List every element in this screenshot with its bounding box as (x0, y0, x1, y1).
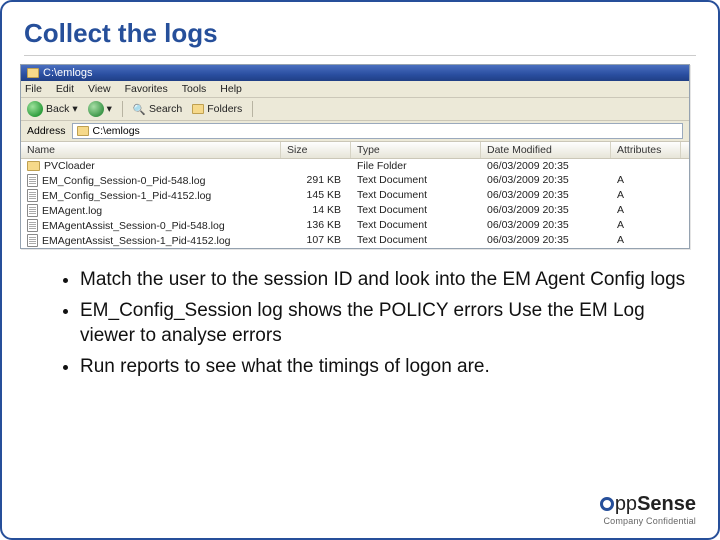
separator (252, 101, 253, 117)
col-date[interactable]: Date Modified (481, 142, 611, 158)
back-label: Back (46, 103, 69, 115)
table-row[interactable]: PVCloader File Folder06/03/2009 20:35 (21, 159, 689, 173)
folders-button[interactable]: Folders (192, 103, 242, 115)
window-titlebar: C:\emlogs (21, 65, 689, 81)
file-name: EM_Config_Session-0_Pid-548.log (42, 175, 205, 187)
file-type: Text Document (351, 188, 481, 203)
menu-view[interactable]: View (88, 83, 111, 95)
file-name: PVCloader (44, 160, 95, 172)
file-date: 06/03/2009 20:35 (481, 203, 611, 218)
file-type: Text Document (351, 203, 481, 218)
back-button[interactable]: Back ▾ (27, 101, 78, 117)
file-attr: A (611, 203, 681, 218)
file-attr: A (611, 233, 681, 248)
separator (122, 101, 123, 117)
file-attr: A (611, 188, 681, 203)
file-date: 06/03/2009 20:35 (481, 173, 611, 188)
table-row[interactable]: EM_Config_Session-1_Pid-4152.log 145 KBTe… (21, 188, 689, 203)
address-label: Address (27, 125, 66, 137)
col-type[interactable]: Type (351, 142, 481, 158)
back-icon (27, 101, 43, 117)
file-name: EM_Config_Session-1_Pid-4152.log (42, 190, 211, 202)
table-row[interactable]: EMAgentAssist_Session-0_Pid-548.log 136 K… (21, 218, 689, 233)
folder-icon (27, 68, 39, 78)
forward-button[interactable]: ▾ (88, 101, 112, 117)
file-icon (27, 219, 38, 232)
folders-label: Folders (207, 103, 242, 115)
footer: ppSense Company Confidential (600, 493, 696, 526)
table-row[interactable]: EMAgent.log 14 KBText Document06/03/2009 … (21, 203, 689, 218)
address-input[interactable]: C:\emlogs (72, 123, 683, 139)
column-headers: Name Size Type Date Modified Attributes (21, 142, 689, 159)
file-size: 136 KB (281, 218, 351, 233)
file-type: Text Document (351, 173, 481, 188)
file-icon (27, 189, 38, 202)
file-type: Text Document (351, 233, 481, 248)
forward-icon (88, 101, 104, 117)
col-size[interactable]: Size (281, 142, 351, 158)
chevron-down-icon: ▾ (72, 103, 77, 115)
chevron-down-icon: ▾ (107, 103, 112, 115)
menu-file[interactable]: File (25, 83, 42, 95)
col-name[interactable]: Name (21, 142, 281, 158)
file-attr (611, 159, 681, 173)
search-button[interactable]: 🔍 Search (133, 103, 182, 116)
toolbar: Back ▾ ▾ 🔍 Search Folders (21, 98, 689, 121)
brand-logo: ppSense (600, 493, 696, 516)
menu-help[interactable]: Help (220, 83, 242, 95)
file-icon (27, 234, 38, 247)
window-title-text: C:\emlogs (43, 67, 93, 79)
file-size: 107 KB (281, 233, 351, 248)
col-attr[interactable]: Attributes (611, 142, 681, 158)
bullet-list: Match the user to the session ID and loo… (80, 267, 696, 380)
folder-icon (192, 104, 204, 114)
file-name: EMAgentAssist_Session-0_Pid-548.log (42, 220, 225, 232)
search-label: Search (149, 103, 182, 115)
file-size (281, 159, 351, 173)
list-item: Match the user to the session ID and loo… (80, 267, 696, 293)
file-icon (27, 204, 38, 217)
page-title: Collect the logs (24, 18, 696, 56)
file-attr: A (611, 173, 681, 188)
folder-icon (77, 126, 89, 136)
list-item: EM_Config_Session log shows the POLICY e… (80, 298, 696, 349)
table-row[interactable]: EM_Config_Session-0_Pid-548.log 291 KBTex… (21, 173, 689, 188)
file-attr: A (611, 218, 681, 233)
folder-icon (27, 161, 40, 171)
explorer-window: C:\emlogs File Edit View Favorites Tools… (20, 64, 690, 249)
file-type: Text Document (351, 218, 481, 233)
file-name: EMAgentAssist_Session-1_Pid-4152.log (42, 235, 231, 247)
file-date: 06/03/2009 20:35 (481, 218, 611, 233)
address-bar: Address C:\emlogs (21, 121, 689, 142)
file-list: Name Size Type Date Modified Attributes … (21, 142, 689, 248)
logo-circle-icon (600, 497, 614, 511)
menu-favorites[interactable]: Favorites (125, 83, 168, 95)
brand-suffix: Sense (637, 493, 696, 515)
confidential-label: Company Confidential (600, 516, 696, 526)
address-value: C:\emlogs (93, 125, 140, 137)
menu-tools[interactable]: Tools (182, 83, 207, 95)
menu-bar: File Edit View Favorites Tools Help (21, 81, 689, 98)
menu-edit[interactable]: Edit (56, 83, 74, 95)
list-item: Run reports to see what the timings of l… (80, 354, 696, 380)
file-size: 145 KB (281, 188, 351, 203)
file-type: File Folder (351, 159, 481, 173)
file-name: EMAgent.log (42, 205, 102, 217)
brand-prefix: pp (615, 493, 637, 515)
search-icon: 🔍 (133, 103, 146, 116)
file-date: 06/03/2009 20:35 (481, 188, 611, 203)
file-size: 291 KB (281, 173, 351, 188)
file-date: 06/03/2009 20:35 (481, 159, 611, 173)
file-icon (27, 174, 38, 187)
file-size: 14 KB (281, 203, 351, 218)
table-row[interactable]: EMAgentAssist_Session-1_Pid-4152.log 107 … (21, 233, 689, 248)
file-date: 06/03/2009 20:35 (481, 233, 611, 248)
